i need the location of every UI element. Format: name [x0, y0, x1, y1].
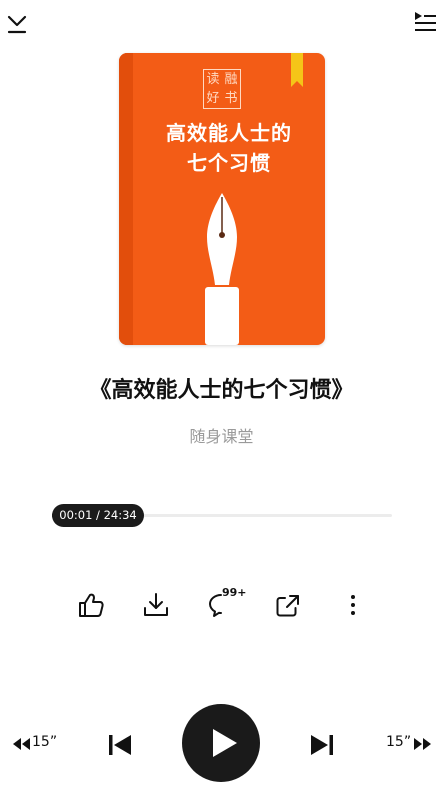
rewind-label: 15”: [32, 734, 58, 750]
playlist-icon[interactable]: [412, 9, 438, 35]
previous-track-button[interactable]: [106, 731, 134, 759]
rewind-15-button[interactable]: 15”: [10, 733, 60, 755]
more-icon[interactable]: [338, 590, 368, 620]
badge-char: 融: [224, 72, 238, 87]
rewind-icon: [13, 738, 30, 750]
comment-count-badge: 99+: [222, 586, 247, 599]
progress-thumb-time[interactable]: 00:01 / 24:34: [52, 504, 144, 527]
top-bar: [0, 0, 443, 48]
forward-15-button[interactable]: 15”: [386, 733, 436, 755]
cover-title-line2: 七个习惯: [187, 151, 271, 175]
play-icon: [213, 729, 237, 757]
book-cover: 读 融 好 书 高效能人士的 七个习惯: [119, 53, 325, 345]
like-icon[interactable]: [76, 590, 106, 620]
play-button[interactable]: [182, 704, 260, 782]
book-title: 《高效能人士的七个习惯》: [89, 378, 354, 403]
badge-char: 好: [206, 91, 220, 106]
cover-spine: [119, 53, 133, 345]
badge-char: 书: [224, 91, 238, 106]
fountain-pen-illustration: [205, 193, 239, 345]
fast-forward-icon: [414, 738, 431, 750]
chevron-down-icon[interactable]: [6, 11, 28, 35]
badge-char: 读: [206, 72, 220, 87]
cover-title-line1: 高效能人士的: [166, 121, 292, 145]
share-icon[interactable]: [273, 590, 303, 620]
forward-label: 15”: [386, 734, 412, 750]
previous-icon: [109, 735, 131, 755]
bookmark-ribbon: [291, 53, 303, 87]
publisher-badge: 读 融 好 书: [203, 69, 241, 109]
download-icon[interactable]: [141, 590, 171, 620]
next-track-button[interactable]: [308, 731, 336, 759]
author-name[interactable]: 随身课堂: [0, 423, 443, 447]
next-icon: [311, 735, 333, 755]
